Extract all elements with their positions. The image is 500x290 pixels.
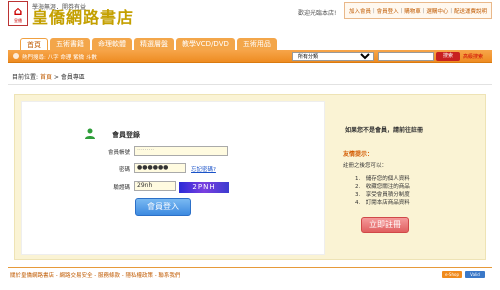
password-label: 密碼 bbox=[118, 167, 130, 173]
hot-search-keywords[interactable]: 熱門搜尋: 八字 命理 紫微 斗數 bbox=[22, 53, 97, 61]
tab-featured[interactable]: 精選層盤 bbox=[134, 38, 174, 50]
list-item: 1. 儲存您的個人資料 bbox=[355, 176, 410, 182]
cart-link[interactable]: 購物車 bbox=[404, 7, 421, 15]
tips-title: 友情提示： bbox=[343, 151, 374, 158]
captcha-field[interactable]: 29nh bbox=[134, 181, 176, 191]
shopping-center-link[interactable]: 選購中心 bbox=[426, 7, 448, 15]
user-icon bbox=[85, 128, 95, 139]
login-title: 會員登錄 bbox=[112, 131, 140, 139]
breadcrumb-prefix: 目前位置: bbox=[12, 74, 39, 81]
logo-mark-icon: ⌂ bbox=[13, 4, 23, 18]
list-item: 2. 收藏您關注的商品 bbox=[355, 184, 410, 190]
password-field[interactable]: ●●●●●● bbox=[134, 163, 186, 173]
search-bar: 熱門搜尋: 八字 命理 紫微 斗數 所有分類 搜索 高級搜索 bbox=[8, 50, 492, 63]
footer-badges: e-Shop Valid bbox=[442, 271, 485, 278]
captcha-image[interactable]: 2PNH bbox=[179, 182, 229, 193]
list-item: 4. 訂閱本店商品資料 bbox=[355, 200, 410, 206]
forgot-password-link[interactable]: 忘記密碼? bbox=[191, 165, 216, 173]
breadcrumb: 目前位置: 首頁 > 會員專區 bbox=[12, 72, 85, 81]
main-panel: 會員登錄 會員帳號 ········· 密碼 ●●●●●● 忘記密碼? 驗證碼 … bbox=[14, 94, 486, 260]
login-button[interactable]: 會員登入 bbox=[135, 198, 191, 216]
tab-software[interactable]: 命理軟體 bbox=[92, 38, 132, 50]
logo-text: 皇僑 bbox=[14, 18, 22, 23]
main-nav: 首頁 五術書籍 命理軟體 精選層盤 教學VCD/DVD 五術用品 bbox=[20, 38, 277, 50]
store-logo[interactable]: ⌂ 皇僑 bbox=[8, 1, 28, 26]
hot-search-icon bbox=[13, 53, 19, 59]
brand-name[interactable]: 皇僑網路書店 bbox=[32, 9, 134, 27]
join-member-link[interactable]: 加入會員 bbox=[349, 7, 371, 15]
breadcrumb-separator: > bbox=[53, 74, 59, 81]
register-panel: 如果您不是會員，請前往註冊 友情提示： 註冊之後您可以： 1. 儲存您的個人資料… bbox=[335, 101, 481, 255]
register-heading: 如果您不是會員，請前往註冊 bbox=[345, 127, 424, 134]
shipping-info-link[interactable]: 配送運費說明 bbox=[454, 7, 487, 15]
tab-home[interactable]: 首頁 bbox=[20, 38, 48, 50]
welcome-text: 歡迎光臨本店! bbox=[298, 10, 337, 17]
tab-vcd-dvd[interactable]: 教學VCD/DVD bbox=[176, 38, 235, 50]
tips-intro: 註冊之後您可以： bbox=[343, 163, 388, 169]
search-input[interactable] bbox=[378, 52, 434, 61]
account-label: 會員帳號 bbox=[107, 150, 130, 156]
captcha-label: 驗證碼 bbox=[113, 185, 130, 191]
valid-badge-icon[interactable]: Valid bbox=[465, 271, 485, 278]
tab-books[interactable]: 五術書籍 bbox=[50, 38, 90, 50]
member-login-link[interactable]: 會員登入 bbox=[377, 7, 399, 15]
footer-links[interactable]: 關於皇僑網路書店 - 網路交易安全 - 服務條款 - 隱私權政策 - 聯系我們 bbox=[10, 271, 180, 279]
login-form: 會員登錄 會員帳號 ········· 密碼 ●●●●●● 忘記密碼? 驗證碼 … bbox=[21, 101, 325, 255]
top-links: 加入會員 | 會員登入 | 購物車 | 選購中心 | 配送運費說明 bbox=[344, 2, 492, 19]
register-button[interactable]: 立即註冊 bbox=[361, 217, 409, 233]
page: ⌂ 皇僑 學海無涯．開券有益 皇僑網路書店 歡迎光臨本店! 加入會員 | 會員登… bbox=[8, 0, 492, 290]
breadcrumb-home[interactable]: 首頁 bbox=[40, 74, 52, 81]
breadcrumb-current: 會員專區 bbox=[60, 74, 85, 81]
list-item: 3. 享受會員積分制度 bbox=[355, 192, 410, 198]
footer-divider bbox=[8, 267, 492, 268]
tips-list: 1. 儲存您的個人資料 2. 收藏您關注的商品 3. 享受會員積分制度 4. 訂… bbox=[355, 175, 410, 207]
search-button[interactable]: 搜索 bbox=[436, 52, 460, 61]
account-field[interactable]: ········· bbox=[134, 146, 228, 156]
eshop-badge-icon[interactable]: e-Shop bbox=[442, 271, 462, 278]
divider bbox=[8, 84, 492, 85]
category-select[interactable]: 所有分類 bbox=[292, 52, 374, 61]
tab-supplies[interactable]: 五術用品 bbox=[236, 38, 277, 50]
advanced-search-link[interactable]: 高級搜索 bbox=[463, 53, 483, 60]
